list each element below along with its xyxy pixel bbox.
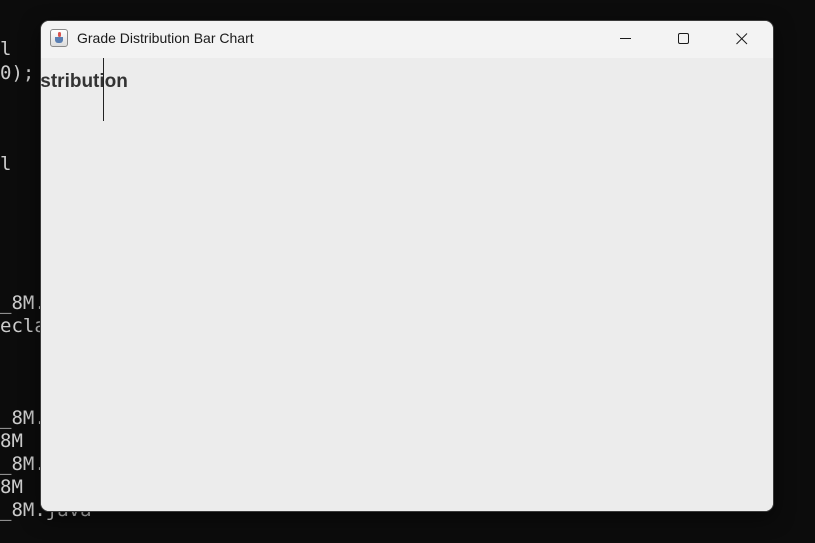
close-button[interactable] xyxy=(713,21,771,58)
minimize-button[interactable] xyxy=(597,21,655,58)
terminal-line: _8M. xyxy=(0,453,46,475)
terminal-line: 0); xyxy=(0,62,35,84)
terminal-line: 8M xyxy=(0,476,23,498)
chart-y-axis xyxy=(103,58,104,121)
chart-title: istribution xyxy=(41,71,128,92)
terminal-line: l xyxy=(0,153,12,175)
close-icon xyxy=(736,33,748,45)
terminal-line: _8M. xyxy=(0,407,46,429)
minimize-icon xyxy=(620,38,631,39)
chart-panel: istribution xyxy=(41,58,773,511)
maximize-button[interactable] xyxy=(655,21,713,58)
java-app-icon[interactable] xyxy=(50,29,68,47)
terminal-line: ecla xyxy=(0,315,46,337)
chart-window: Grade Distribution Bar Chart istribution xyxy=(41,21,773,511)
terminal-line: l xyxy=(0,38,12,60)
maximize-icon xyxy=(678,33,689,44)
window-title: Grade Distribution Bar Chart xyxy=(77,30,254,46)
window-titlebar[interactable]: Grade Distribution Bar Chart xyxy=(41,21,773,58)
terminal-line: _8M. xyxy=(0,292,46,314)
terminal-line: 8M xyxy=(0,430,23,452)
